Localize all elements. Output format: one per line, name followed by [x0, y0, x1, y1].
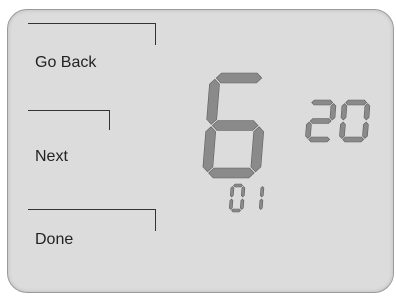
digit-segment-d — [342, 136, 365, 143]
lcd-screen: Go Back Next Done — [7, 9, 394, 293]
softkey-bracket-side — [155, 209, 156, 231]
digit-segment-e — [339, 121, 346, 139]
secondary-value-display — [305, 99, 371, 143]
go-back-button[interactable]: Go Back — [8, 23, 168, 83]
digit-segment-c — [250, 126, 265, 173]
softkey-bracket-side — [109, 110, 110, 130]
done-label: Done — [35, 231, 74, 248]
digit-segment-b — [363, 103, 371, 121]
digit-segment-e — [228, 198, 234, 210]
digit-segment-d — [208, 167, 255, 179]
next-button[interactable]: Next — [8, 110, 168, 170]
done-button[interactable]: Done — [8, 209, 168, 269]
digit-segment-g — [211, 120, 259, 131]
digit-segment-b — [329, 103, 337, 121]
digit-segment-e — [202, 126, 217, 173]
digit-segment-b — [259, 186, 265, 198]
digit-segment-c — [239, 198, 245, 210]
digit-segment-c — [258, 198, 264, 210]
next-label: Next — [35, 148, 68, 165]
digit-segment-a — [215, 72, 263, 84]
digit-segment-f — [206, 78, 220, 125]
softkey-bracket-top — [28, 23, 156, 24]
main-value-display — [202, 72, 265, 179]
digit-segment-g — [309, 118, 332, 124]
digit-segment-d — [308, 136, 331, 143]
softkey-bracket-top — [28, 209, 156, 210]
digit-segment-a — [233, 183, 244, 188]
softkey-bracket-top — [28, 110, 110, 111]
digit-segment-b — [240, 186, 246, 198]
digit-segment-d — [231, 208, 242, 213]
digit-segment-f — [340, 103, 348, 121]
softkey-bracket-side — [155, 23, 156, 45]
go-back-label: Go Back — [35, 54, 97, 71]
tertiary-value-display — [228, 183, 265, 213]
digit-segment-c — [362, 121, 369, 139]
digit-segment-a — [345, 99, 368, 106]
digit-segment-e — [305, 121, 312, 139]
digit-segment-a — [311, 99, 334, 106]
digit-segment-f — [229, 186, 235, 198]
